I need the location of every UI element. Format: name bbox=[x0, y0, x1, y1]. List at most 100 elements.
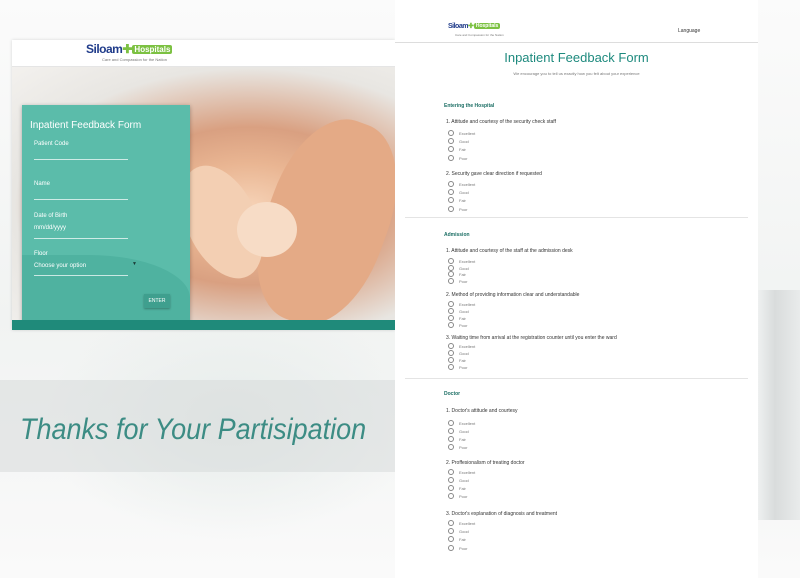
question-text: 1. Doctor's attitude and courtesy bbox=[446, 408, 518, 414]
radio-icon[interactable] bbox=[448, 469, 454, 475]
option-fair[interactable]: Fair bbox=[448, 436, 466, 442]
patient-code-input[interactable] bbox=[34, 159, 128, 160]
option-excellent[interactable]: Excellent bbox=[448, 181, 475, 187]
logo-plus-icon: ✚ bbox=[467, 23, 474, 30]
radio-icon[interactable] bbox=[448, 146, 454, 152]
option-label: Fair bbox=[459, 485, 466, 491]
feedback-form-screenshot: Siloam ✚ Hospitals Care and Compassion f… bbox=[395, 0, 758, 578]
option-good[interactable]: Good bbox=[448, 308, 469, 314]
radio-icon[interactable] bbox=[448, 436, 454, 442]
siloam-logo[interactable]: Siloam ✚ Hospitals bbox=[448, 22, 501, 30]
radio-icon[interactable] bbox=[448, 258, 454, 264]
radio-icon[interactable] bbox=[448, 520, 454, 526]
radio-icon[interactable] bbox=[448, 350, 454, 356]
option-good[interactable]: Good bbox=[448, 428, 469, 434]
option-good[interactable]: Good bbox=[448, 189, 469, 195]
option-poor[interactable]: Poor bbox=[448, 206, 467, 212]
radio-icon[interactable] bbox=[448, 278, 454, 284]
enter-button[interactable]: ENTER bbox=[144, 294, 170, 308]
background-curtain bbox=[758, 290, 800, 520]
option-poor[interactable]: Poor bbox=[448, 444, 467, 450]
option-excellent[interactable]: Excellent bbox=[448, 420, 475, 426]
radio-icon[interactable] bbox=[448, 493, 454, 499]
option-poor[interactable]: Poor bbox=[448, 278, 467, 284]
option-fair[interactable]: Fair bbox=[448, 197, 466, 203]
option-label: Good bbox=[459, 428, 469, 434]
option-poor[interactable]: Poor bbox=[448, 493, 467, 499]
form-subtitle: We encourage you to tell us exactly how … bbox=[513, 71, 640, 76]
option-excellent[interactable]: Excellent bbox=[448, 520, 475, 526]
logo-tagline: Care and Compassion for the Nation bbox=[102, 57, 167, 62]
floor-select[interactable]: Choose your option bbox=[34, 263, 86, 269]
option-excellent[interactable]: Excellent bbox=[448, 343, 475, 349]
radio-icon[interactable] bbox=[448, 197, 454, 203]
radio-icon[interactable] bbox=[448, 271, 454, 277]
option-fair[interactable]: Fair bbox=[448, 357, 466, 363]
radio-icon[interactable] bbox=[448, 545, 454, 551]
radio-icon[interactable] bbox=[448, 477, 454, 483]
question-text: 3. Waiting time from arrival at the regi… bbox=[446, 335, 617, 341]
option-label: Good bbox=[459, 138, 469, 144]
radio-icon[interactable] bbox=[448, 343, 454, 349]
radio-icon[interactable] bbox=[448, 308, 454, 314]
name-label: Name bbox=[34, 181, 51, 187]
option-label: Poor bbox=[459, 206, 468, 212]
option-good[interactable]: Good bbox=[448, 350, 469, 356]
option-fair[interactable]: Fair bbox=[448, 271, 466, 277]
radio-icon[interactable] bbox=[448, 485, 454, 491]
option-poor[interactable]: Poor bbox=[448, 155, 467, 161]
radio-icon[interactable] bbox=[448, 206, 454, 212]
name-input[interactable] bbox=[34, 199, 128, 200]
radio-icon[interactable] bbox=[448, 364, 454, 370]
option-label: Poor bbox=[459, 444, 468, 450]
option-good[interactable]: Good bbox=[448, 528, 469, 534]
option-fair[interactable]: Fair bbox=[448, 315, 466, 321]
option-label: Fair bbox=[459, 197, 466, 203]
section-divider bbox=[405, 217, 748, 218]
radio-icon[interactable] bbox=[448, 536, 454, 542]
form-title: Inpatient Feedback Form bbox=[504, 50, 649, 65]
option-excellent[interactable]: Excellent bbox=[448, 469, 475, 475]
radio-icon[interactable] bbox=[448, 138, 454, 144]
question-text: 2. Method of providing information clear… bbox=[446, 292, 580, 298]
radio-icon[interactable] bbox=[448, 155, 454, 161]
radio-icon[interactable] bbox=[448, 189, 454, 195]
option-label: Poor bbox=[459, 278, 468, 284]
question-text: 2. Security gave clear direction if requ… bbox=[446, 171, 542, 177]
option-good[interactable]: Good bbox=[448, 138, 469, 144]
option-fair[interactable]: Fair bbox=[448, 536, 466, 542]
option-label: Fair bbox=[459, 436, 466, 442]
dob-label: Date of Birth bbox=[34, 213, 68, 219]
siloam-logo[interactable]: Siloam ✚ Hospitals bbox=[86, 42, 173, 56]
baby-fist-shape bbox=[237, 202, 297, 257]
option-fair[interactable]: Fair bbox=[448, 485, 466, 491]
login-screenshot: Siloam ✚ Hospitals Care and Compassion f… bbox=[12, 40, 395, 330]
language-menu[interactable]: Language bbox=[678, 28, 700, 34]
option-poor[interactable]: Poor bbox=[448, 322, 467, 328]
radio-icon[interactable] bbox=[448, 315, 454, 321]
option-label: Excellent bbox=[459, 520, 476, 526]
question-text: 1. Attitude and courtesy of the staff at… bbox=[446, 248, 573, 254]
radio-icon[interactable] bbox=[448, 528, 454, 534]
option-fair[interactable]: Fair bbox=[448, 146, 466, 152]
option-excellent[interactable]: Excellent bbox=[448, 130, 475, 136]
option-poor[interactable]: Poor bbox=[448, 364, 467, 370]
radio-icon[interactable] bbox=[448, 322, 454, 328]
option-good[interactable]: Good bbox=[448, 477, 469, 483]
radio-icon[interactable] bbox=[448, 130, 454, 136]
floor-underline bbox=[34, 275, 128, 276]
option-label: Excellent bbox=[459, 469, 476, 475]
option-poor[interactable]: Poor bbox=[448, 545, 467, 551]
radio-icon[interactable] bbox=[448, 420, 454, 426]
option-excellent[interactable]: Excellent bbox=[448, 258, 475, 264]
radio-icon[interactable] bbox=[448, 301, 454, 307]
radio-icon[interactable] bbox=[448, 444, 454, 450]
dropdown-arrow-icon[interactable]: ▼ bbox=[132, 261, 137, 267]
question-text: 3. Doctor's explanation of diagnosis and… bbox=[446, 511, 558, 517]
radio-icon[interactable] bbox=[448, 357, 454, 363]
option-excellent[interactable]: Excellent bbox=[448, 301, 475, 307]
radio-icon[interactable] bbox=[448, 181, 454, 187]
dob-input[interactable]: mm/dd/yyyy bbox=[34, 225, 66, 231]
radio-icon[interactable] bbox=[448, 428, 454, 434]
question-text: 2. Proffesionalism of treating doctor bbox=[446, 460, 525, 466]
